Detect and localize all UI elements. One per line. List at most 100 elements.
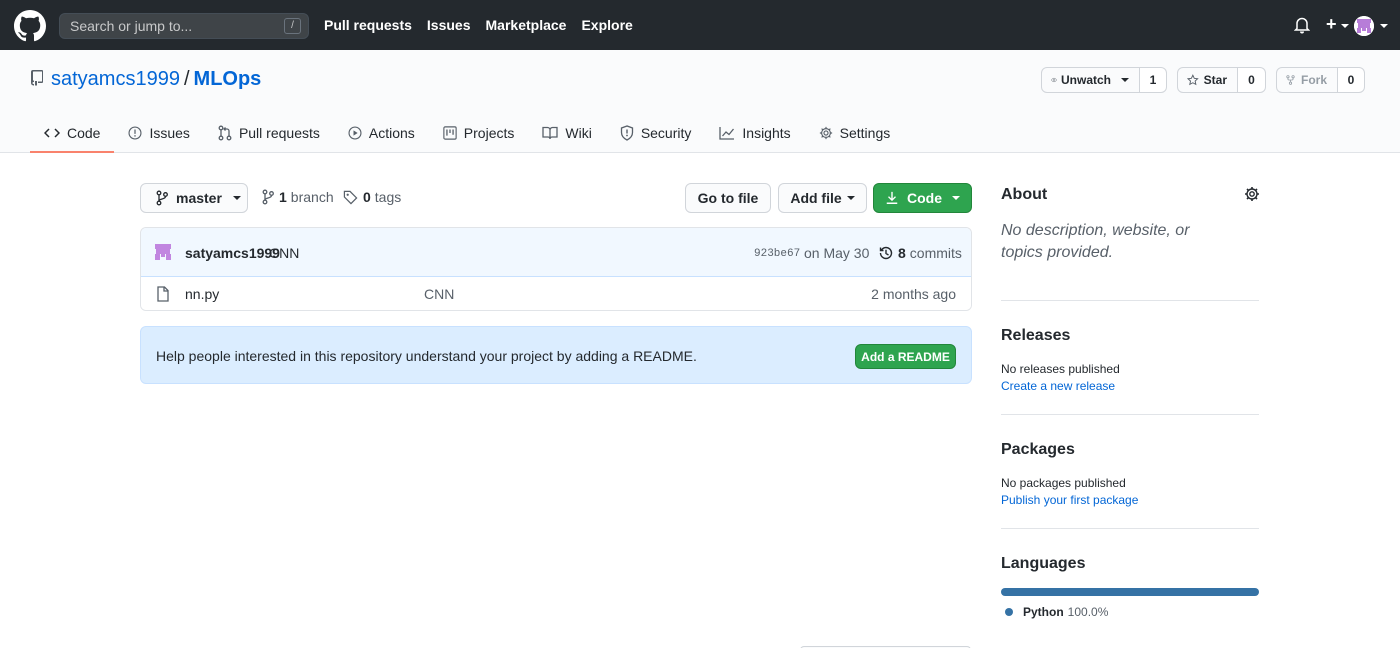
language-item[interactable]: Python 100.0% [1005, 605, 1108, 619]
file-commit-message-link[interactable]: CNN [424, 286, 454, 302]
commit-author-link[interactable]: satyamcs1999 [185, 245, 280, 261]
tab-issues[interactable]: Issues [114, 114, 203, 152]
tab-actions[interactable]: Actions [334, 114, 429, 152]
chevron-down-icon [952, 196, 960, 200]
book-icon [542, 126, 559, 140]
repo-header: satyamcs1999/MLOps Unwatch 1 Star 0 Fork… [0, 50, 1400, 153]
tab-wiki-label: Wiki [565, 125, 592, 141]
repo-name-link[interactable]: MLOps [194, 68, 262, 90]
star-button[interactable]: Star [1177, 67, 1238, 93]
go-to-file-button[interactable]: Go to file [685, 183, 771, 213]
chevron-down-icon [1121, 78, 1129, 82]
tab-code[interactable]: Code [30, 114, 115, 153]
about-section: About [1001, 186, 1259, 204]
readme-prompt-text: Help people interested in this repositor… [156, 348, 697, 364]
code-button-label: Code [907, 190, 942, 206]
file-name-link[interactable]: nn.py [185, 286, 219, 302]
readme-prompt: Help people interested in this repositor… [140, 326, 972, 384]
tab-projects[interactable]: Projects [429, 114, 529, 152]
publish-package-link[interactable]: Publish your first package [1001, 493, 1259, 507]
github-logo-icon[interactable] [14, 10, 46, 42]
repo-owner-link[interactable]: satyamcs1999 [51, 68, 180, 90]
unwatch-button[interactable]: Unwatch [1041, 67, 1140, 93]
tab-settings[interactable]: Settings [805, 114, 905, 152]
gear-icon[interactable] [1244, 186, 1260, 202]
fork-button[interactable]: Fork [1276, 67, 1338, 93]
graph-icon [719, 127, 735, 140]
add-file-label: Add file [790, 190, 842, 206]
tab-issues-label: Issues [149, 125, 190, 141]
nav-marketplace[interactable]: Marketplace [486, 17, 567, 33]
history-icon [879, 246, 893, 260]
packages-title[interactable]: Packages [1001, 441, 1259, 459]
fork-label: Fork [1300, 73, 1327, 87]
commit-sha-link[interactable]: 923be67 [754, 248, 800, 260]
add-file-button[interactable]: Add file [778, 183, 867, 213]
commits-history-link[interactable]: 8 commits [878, 245, 962, 261]
list-item[interactable]: nn.py CNN 2 months ago [141, 277, 971, 310]
tab-settings-label: Settings [839, 125, 891, 141]
watch-count[interactable]: 1 [1140, 67, 1167, 93]
repo-separator: / [183, 68, 190, 90]
profile-caret-icon[interactable] [1380, 24, 1388, 28]
star-icon [1187, 74, 1199, 86]
language-color-dot [1005, 608, 1013, 616]
about-description: No description, website, or topics provi… [1001, 222, 1190, 261]
languages-title: Languages [1001, 555, 1086, 572]
eye-icon [1051, 77, 1057, 83]
releases-section: Releases No releases published Create a … [1001, 327, 1259, 393]
releases-status: No releases published [1001, 362, 1120, 376]
fork-group: Fork 0 [1276, 67, 1365, 93]
about-title: About [1001, 186, 1048, 203]
repo-icon [31, 70, 43, 86]
latest-commit: satyamcs1999 CNN 923be67 on May 30 8 com… [141, 228, 971, 277]
global-nav: Pull requests Issues Marketplace Explore [324, 0, 648, 50]
fork-icon [1286, 75, 1295, 85]
play-icon [348, 126, 362, 140]
star-count[interactable]: 0 [1238, 67, 1266, 93]
commit-count-word: commits [909, 245, 962, 261]
tab-security[interactable]: Security [606, 114, 706, 152]
tab-pull-requests[interactable]: Pull requests [204, 114, 334, 152]
git-branch-icon [156, 190, 168, 206]
tab-code-label: Code [67, 124, 101, 141]
bell-icon[interactable] [1294, 16, 1310, 34]
add-readme-button[interactable]: Add a README [855, 344, 956, 369]
plus-icon[interactable]: + [1326, 15, 1337, 33]
git-branch-icon [262, 189, 274, 205]
branch-word: branch [290, 189, 334, 205]
fork-count[interactable]: 0 [1338, 67, 1365, 93]
avatar[interactable] [153, 242, 173, 262]
tab-insights-label: Insights [742, 125, 791, 141]
commit-message-link[interactable]: CNN [269, 245, 299, 261]
packages-status: No packages published [1001, 476, 1126, 490]
tab-wiki[interactable]: Wiki [528, 114, 605, 152]
issue-opened-icon [128, 126, 142, 140]
code-download-button[interactable]: Code [873, 183, 972, 213]
nav-issues[interactable]: Issues [427, 17, 471, 33]
nav-explore[interactable]: Explore [581, 17, 632, 33]
git-pull-request-icon [218, 125, 232, 141]
search-shortcut-key: / [284, 18, 301, 34]
tags-link[interactable]: 0 tags [343, 189, 401, 205]
commit-count: 8 [898, 245, 906, 261]
unwatch-label: Unwatch [1060, 73, 1111, 87]
create-caret-icon[interactable] [1341, 24, 1349, 28]
tag-icon [343, 190, 358, 204]
tab-insights[interactable]: Insights [705, 114, 804, 152]
gear-icon [819, 126, 832, 140]
nav-pull-requests[interactable]: Pull requests [324, 17, 412, 33]
avatar[interactable] [1354, 16, 1374, 36]
chevron-down-icon [232, 196, 241, 200]
file-list: satyamcs1999 CNN 923be67 on May 30 8 com… [140, 227, 972, 311]
download-icon [886, 191, 898, 204]
create-release-link[interactable]: Create a new release [1001, 379, 1259, 393]
branches-link[interactable]: 1 branch [262, 189, 334, 205]
releases-title[interactable]: Releases [1001, 327, 1259, 345]
search-input[interactable]: Search or jump to... / [59, 13, 309, 39]
branch-select-button[interactable]: master [140, 183, 248, 213]
tag-count: 0 [363, 189, 371, 205]
code-icon [44, 127, 60, 138]
tab-projects-label: Projects [463, 125, 515, 141]
tab-security-label: Security [640, 125, 692, 141]
